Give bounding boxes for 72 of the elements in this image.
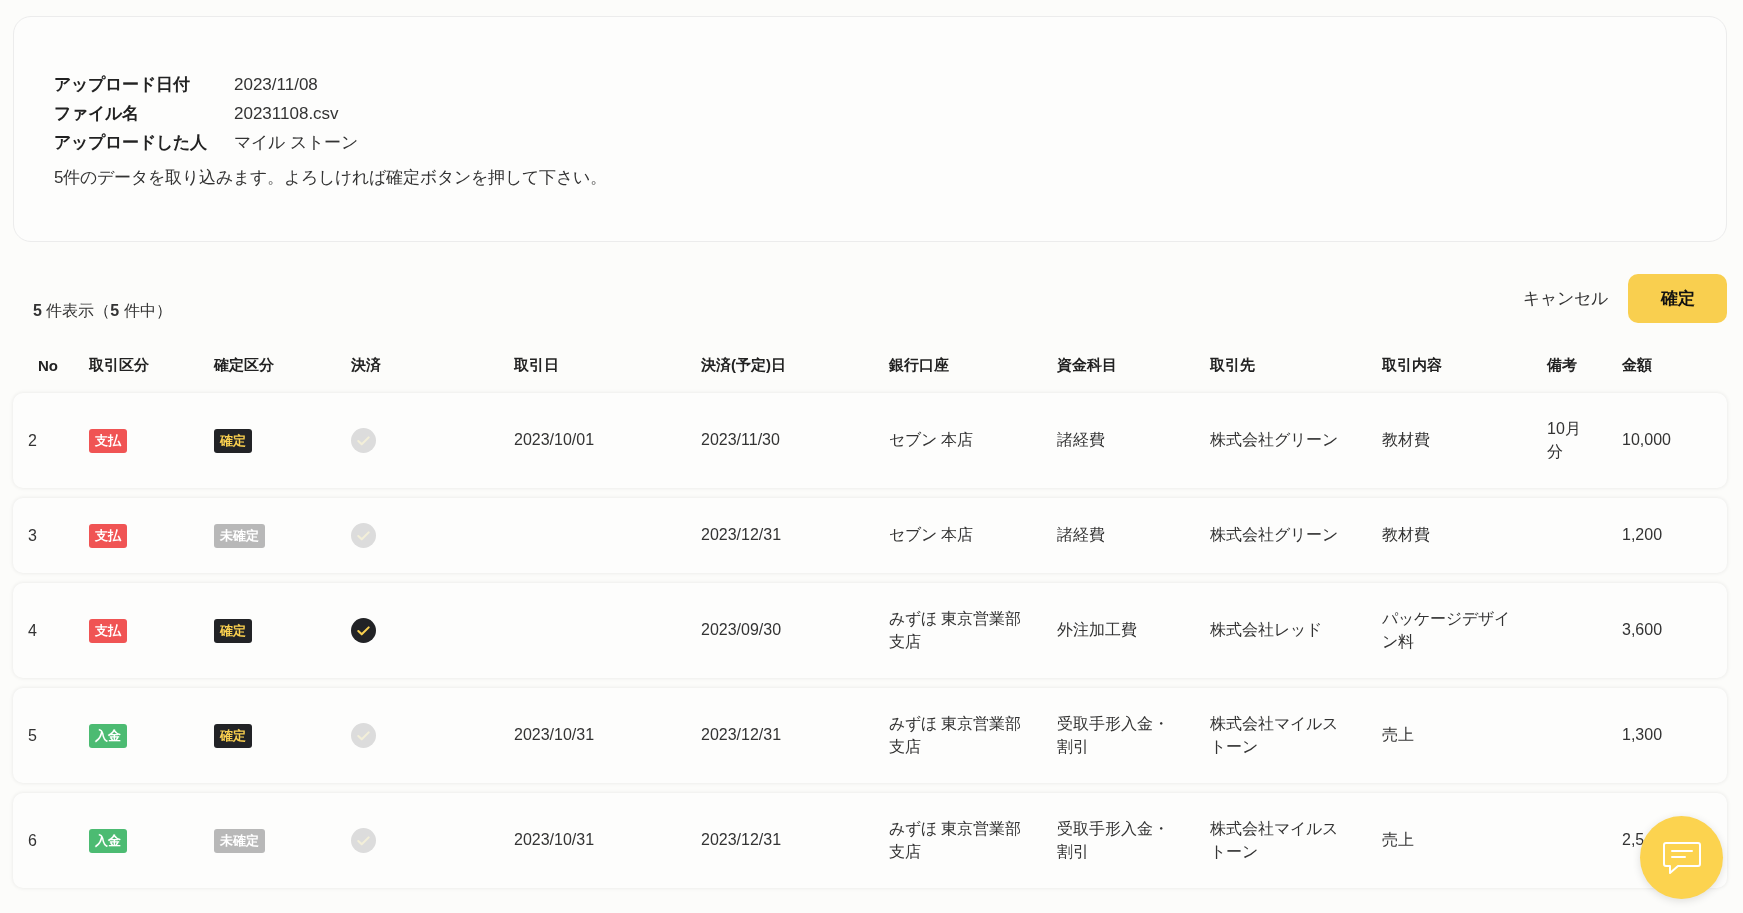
confirm-button[interactable]: 確定 (1628, 274, 1727, 323)
category-cell-text: 受取手形入金・割引 (1057, 819, 1170, 862)
amount-cell-text: 10,000 (1622, 430, 1672, 451)
bank-cell-text: みずほ 東京営業部支店 (889, 609, 1023, 652)
type-tag: 入金 (89, 723, 127, 748)
category-cell-text: 受取手形入金・割引 (1057, 714, 1170, 757)
bank-cell-text: みずほ 東京営業部支店 (889, 714, 1023, 757)
column-header: 資金科目 (1057, 355, 1117, 375)
due-date-cell-text: 2023/12/31 (701, 830, 783, 851)
row-number: 3 (28, 526, 37, 545)
type-tag: 支払 (89, 618, 127, 643)
row-number: 4 (28, 621, 37, 640)
cancel-button[interactable]: キャンセル (1523, 287, 1608, 310)
partner-cell-text: 株式会社グリーン (1210, 525, 1339, 546)
field-value: マイル ストーン (234, 132, 358, 154)
category-cell-text: 外注加工費 (1057, 620, 1138, 641)
date-cell-text: 2023/10/01 (514, 430, 596, 451)
chat-icon (1661, 839, 1702, 876)
status-tag: 確定 (214, 723, 252, 748)
partner-cell-text: 株式会社マイルストーン (1210, 714, 1339, 757)
bank-cell-text: セブン 本店 (889, 430, 975, 451)
column-header: 備考 (1547, 355, 1577, 375)
category-cell-text: 諸経費 (1057, 430, 1106, 451)
bank-cell-text: みずほ 東京営業部支店 (889, 819, 1023, 862)
note-cell-text: 10月分 (1547, 419, 1582, 462)
partner-cell-text: 株式会社レッド (1210, 620, 1323, 641)
content-cell-text: 教材費 (1382, 525, 1431, 546)
row-number: 6 (28, 831, 37, 850)
content-cell-text: 教材費 (1382, 430, 1431, 451)
column-header: 取引内容 (1382, 355, 1442, 375)
column-header: No (37, 356, 58, 374)
status-tag: 未確定 (214, 523, 265, 548)
status-tag: 確定 (214, 428, 252, 453)
status-tag: 未確定 (214, 828, 265, 853)
field-value: 20231108.csv (234, 103, 339, 124)
amount-cell-text: 3,600 (1622, 620, 1664, 641)
amount-cell-text: 1,300 (1622, 725, 1664, 746)
type-tag: 入金 (89, 828, 127, 853)
due-date-cell-text: 2023/12/31 (701, 525, 783, 546)
due-date-cell-text: 2023/11/30 (701, 430, 781, 451)
row-number: 2 (28, 431, 37, 450)
content-cell-text: 売上 (1382, 725, 1415, 746)
content-cell-text: パッケージデザイン料 (1382, 609, 1511, 652)
partner-cell-text: 株式会社グリーン (1210, 430, 1339, 451)
column-header: 金額 (1622, 355, 1652, 375)
column-header: 銀行口座 (889, 355, 949, 375)
field-label: アップロード日付 (54, 74, 190, 96)
column-header: 確定区分 (214, 355, 274, 375)
result-count: 5 件表示（5 件中） (33, 301, 172, 321)
status-tag: 確定 (214, 618, 252, 643)
field-value: 2023/11/08 (234, 74, 318, 95)
amount-cell-text: 2,5 (1622, 830, 1646, 851)
date-cell-text: 2023/10/31 (514, 830, 596, 851)
column-header: 取引日 (514, 355, 559, 375)
date-cell-text: 2023/10/31 (514, 725, 596, 746)
field-label: ファイル名 (54, 103, 139, 125)
bank-cell-text: セブン 本店 (889, 525, 975, 546)
import-message: 5件のデータを取り込みます。よろしければ確定ボタンを押して下さい。 (54, 167, 609, 189)
type-tag: 支払 (89, 428, 127, 453)
content-cell-text: 売上 (1382, 830, 1415, 851)
due-date-cell-text: 2023/12/31 (701, 725, 783, 746)
column-header: 取引先 (1210, 355, 1255, 375)
due-date-cell-text: 2023/09/30 (701, 620, 783, 641)
column-header: 取引区分 (89, 355, 149, 375)
field-label: アップロードした人 (54, 132, 207, 154)
row-number: 5 (28, 726, 37, 745)
amount-cell-text: 1,200 (1622, 525, 1664, 546)
partner-cell-text: 株式会社マイルストーン (1210, 819, 1339, 862)
column-header: 決済(予定)日 (701, 355, 786, 375)
type-tag: 支払 (89, 523, 127, 548)
category-cell-text: 諸経費 (1057, 525, 1106, 546)
column-header: 決済 (351, 355, 381, 375)
